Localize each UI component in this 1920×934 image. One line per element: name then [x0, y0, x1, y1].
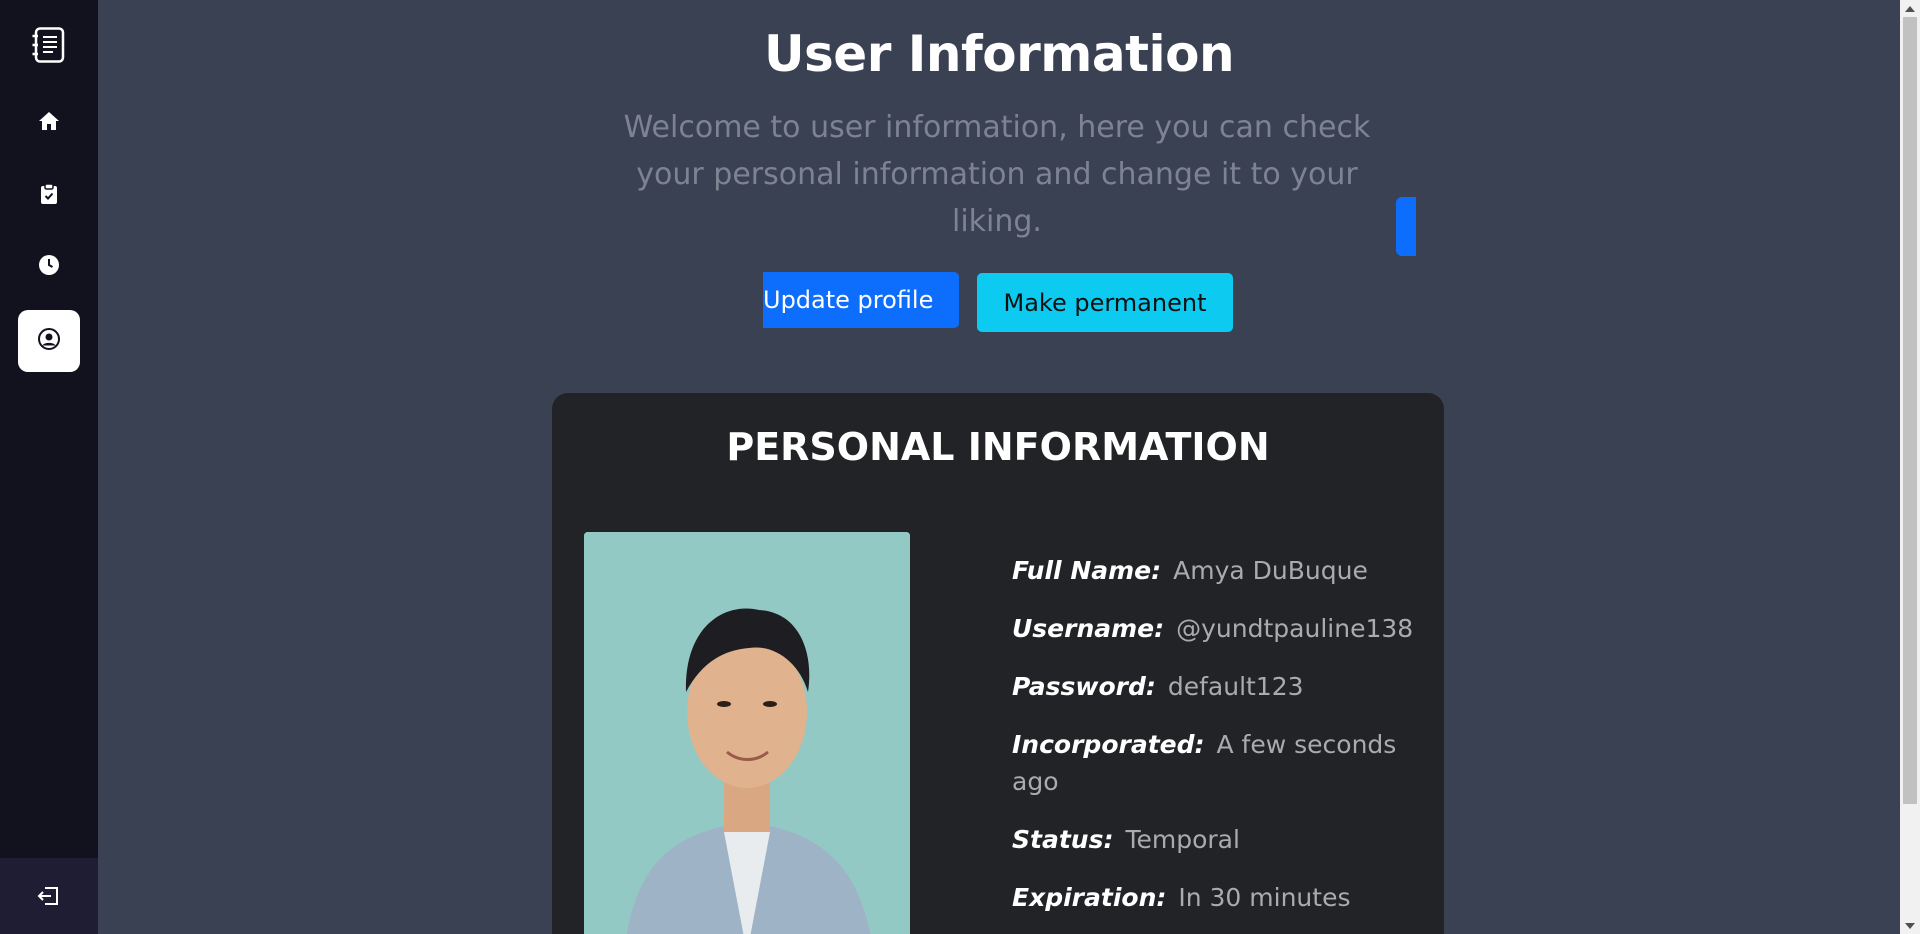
field-label: Incorporated:	[1012, 730, 1205, 759]
profile-photo	[584, 532, 910, 934]
personal-info-card: PERSONAL INFORMATION Full Name: Amya DuB…	[552, 393, 1444, 934]
scrollbar-thumb[interactable]	[1903, 17, 1917, 804]
sidebar-item-profile[interactable]	[18, 310, 80, 372]
scroll-down-arrow-icon[interactable]	[1900, 917, 1920, 934]
field-label: Full Name:	[1012, 556, 1162, 585]
clipboard-check-icon	[37, 182, 61, 210]
sidebar-item-tasks[interactable]	[18, 165, 80, 227]
info-row-status: Status: Temporal	[1012, 821, 1432, 858]
vertical-scrollbar[interactable]	[1900, 0, 1920, 934]
field-value: @yundtpauline138	[1176, 614, 1414, 643]
field-value: Temporal	[1125, 825, 1240, 854]
notebook-logo-icon[interactable]	[31, 27, 65, 63]
info-row-incorporated: Incorporated: A few seconds ago	[1012, 726, 1432, 800]
info-list: Full Name: Amya DuBuque Username: @yundtpa…	[1012, 552, 1432, 934]
field-value: In 30 minutes	[1178, 883, 1351, 912]
logout-icon[interactable]	[36, 883, 62, 909]
info-row-password: Password: default123	[1012, 668, 1432, 705]
field-label: Username:	[1012, 614, 1165, 643]
page-title: User Information	[763, 25, 1235, 83]
app-window: User Information Welcome to user informa…	[0, 0, 1920, 934]
user-circle-icon	[37, 327, 61, 355]
make-permanent-button[interactable]: Make permanent	[977, 273, 1233, 332]
sidebar-item-home[interactable]	[18, 92, 80, 154]
field-label: Status:	[1012, 825, 1114, 854]
main-content: User Information Welcome to user informa…	[98, 0, 1900, 934]
info-row-full-name: Full Name: Amya DuBuque	[1012, 552, 1432, 589]
page-subtitle: Welcome to user information, here you ca…	[623, 110, 1371, 239]
scroll-up-arrow-icon[interactable]	[1900, 0, 1920, 17]
update-profile-button[interactable]: Update profile	[763, 272, 959, 328]
field-value: Amya DuBuque	[1173, 556, 1368, 585]
clock-icon	[37, 253, 61, 281]
info-row-expiration: Expiration: In 30 minutes	[1012, 879, 1432, 916]
field-label: Password:	[1012, 672, 1156, 701]
home-icon	[37, 109, 61, 137]
sidebar-item-history[interactable]	[18, 236, 80, 298]
sidebar	[0, 0, 98, 934]
side-toggle-tab[interactable]	[1396, 197, 1416, 256]
card-title: PERSONAL INFORMATION	[726, 425, 1270, 469]
sidebar-footer	[0, 858, 98, 934]
field-label: Expiration:	[1012, 883, 1167, 912]
field-value: default123	[1167, 672, 1304, 701]
info-row-username: Username: @yundtpauline138	[1012, 610, 1432, 647]
